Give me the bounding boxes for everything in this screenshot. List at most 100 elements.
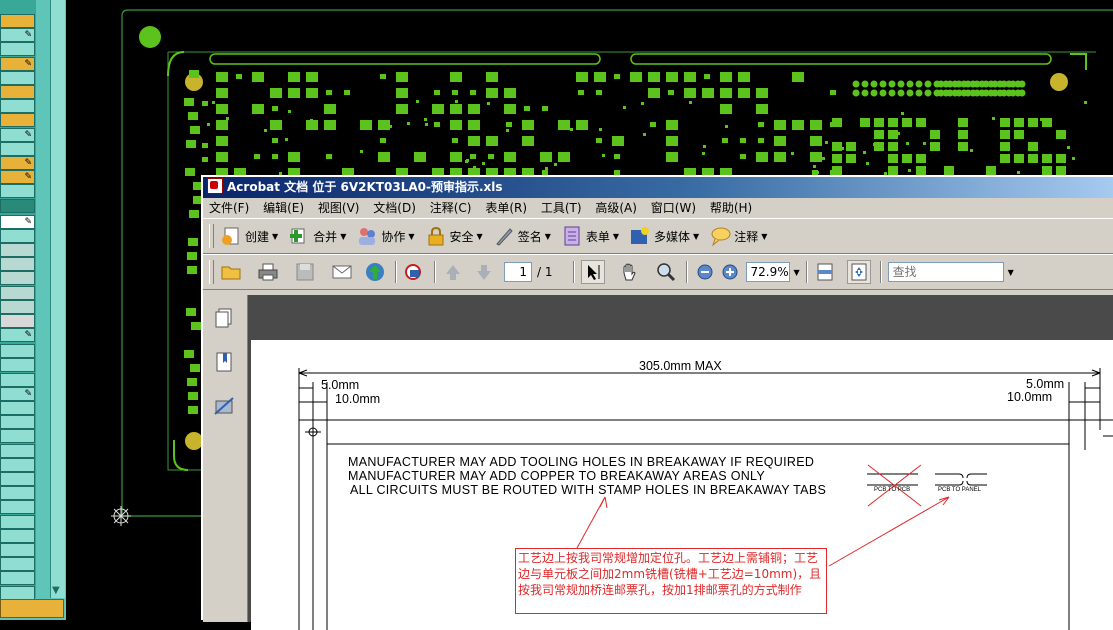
layer-row[interactable]: [0, 85, 35, 99]
scroll-down-arrow-icon[interactable]: ▼: [52, 585, 60, 596]
print-icon[interactable]: [257, 261, 279, 283]
layer-row[interactable]: [0, 443, 35, 458]
layer-row[interactable]: [0, 358, 35, 373]
right-10mm-label: 10.0mm: [1007, 390, 1053, 404]
toolbar-grip[interactable]: [209, 224, 214, 248]
menu-view[interactable]: 视图(V): [318, 201, 360, 215]
menu-document[interactable]: 文档(D): [373, 201, 416, 215]
zoom-out-icon[interactable]: [694, 261, 716, 283]
bookmarks-panel-icon[interactable]: [213, 351, 235, 373]
layer-row[interactable]: [0, 257, 35, 272]
fit-width-icon[interactable]: [814, 261, 836, 283]
layer-row[interactable]: [0, 14, 35, 28]
layer-row[interactable]: [0, 184, 35, 199]
signatures-panel-icon[interactable]: [213, 395, 235, 417]
right-5mm-label: 5.0mm: [1026, 377, 1065, 391]
left-scrollbar[interactable]: ▼: [50, 0, 65, 598]
secure-button[interactable]: 安全 ▼: [425, 225, 483, 247]
comment-button[interactable]: 注释 ▼: [709, 225, 767, 247]
layer-row[interactable]: ✎: [0, 328, 35, 343]
save-icon[interactable]: [294, 261, 316, 283]
layer-row[interactable]: [0, 299, 35, 314]
menu-comments[interactable]: 注释(C): [430, 201, 472, 215]
search-dropdown-icon[interactable]: ▼: [1008, 268, 1014, 277]
zoom-in-icon[interactable]: [719, 261, 741, 283]
menu-window[interactable]: 窗口(W): [651, 201, 696, 215]
zoom-tool-icon[interactable]: [655, 261, 677, 283]
zoom-dropdown-icon[interactable]: ▼: [794, 268, 800, 277]
acrobat-window[interactable]: Acrobat 文档 位于 6V2KT03LA0-预审指示.xls 文件(F) …: [201, 175, 1113, 630]
pages-panel-icon[interactable]: [213, 307, 235, 329]
layer-list[interactable]: ✎ ✎ ✎ ✎ ✎ ✎ ✎ ✎: [0, 0, 36, 600]
page-total-label: / 1: [537, 265, 553, 279]
layer-row[interactable]: [0, 486, 35, 501]
edit-marker-icon: ✎: [24, 388, 32, 399]
layer-row[interactable]: [0, 401, 35, 415]
layer-row[interactable]: [0, 571, 35, 586]
menu-edit[interactable]: 编辑(E): [263, 201, 304, 215]
layer-row[interactable]: [0, 457, 35, 472]
multimedia-button[interactable]: 多媒体 ▼: [629, 225, 699, 247]
create-pdf-button[interactable]: 创建 ▼: [220, 225, 278, 247]
secure-document-icon[interactable]: [403, 261, 425, 283]
layer-row[interactable]: [0, 472, 35, 486]
left-status-field[interactable]: [0, 599, 64, 618]
layer-row[interactable]: ✎: [0, 170, 35, 185]
layer-row[interactable]: [0, 42, 35, 57]
layer-row[interactable]: [0, 500, 35, 515]
pdf-page[interactable]: 305.0mm MAX 5.0mm 10.0mm 5.0mm 10.0mm MA…: [251, 340, 1113, 630]
upload-globe-icon[interactable]: [364, 261, 386, 283]
email-icon[interactable]: [331, 261, 353, 283]
layer-row[interactable]: ✎: [0, 56, 35, 71]
layer-row[interactable]: [0, 113, 35, 128]
layer-row[interactable]: [0, 372, 35, 387]
sign-button[interactable]: 签名 ▼: [493, 225, 551, 247]
zoom-level-input[interactable]: 72.9%: [745, 262, 790, 282]
layer-row[interactable]: ✎: [0, 386, 35, 401]
search-input[interactable]: [887, 262, 1004, 282]
collaborate-dropdown-icon: ▼: [408, 231, 415, 241]
layer-row[interactable]: [0, 585, 35, 600]
forms-button[interactable]: 表单 ▼: [561, 225, 619, 247]
menu-forms[interactable]: 表单(R): [485, 201, 527, 215]
acrobat-titlebar[interactable]: Acrobat 文档 位于 6V2KT03LA0-预审指示.xls: [203, 177, 1113, 198]
form-icon: [564, 226, 580, 246]
layer-row[interactable]: [0, 429, 35, 444]
menu-advanced[interactable]: 高级(A): [595, 201, 637, 215]
layer-row[interactable]: [0, 528, 35, 543]
toolbar-separator: [685, 261, 688, 283]
layer-row[interactable]: ✎: [0, 156, 35, 170]
layer-row[interactable]: [0, 344, 35, 359]
open-folder-icon[interactable]: [220, 261, 242, 283]
layer-row[interactable]: ✎: [0, 127, 35, 142]
document-area[interactable]: 305.0mm MAX 5.0mm 10.0mm 5.0mm 10.0mm MA…: [203, 295, 1113, 630]
menu-tools[interactable]: 工具(T): [541, 201, 582, 215]
layer-row[interactable]: [0, 99, 35, 114]
layer-row[interactable]: [0, 271, 35, 286]
layer-row[interactable]: [0, 514, 35, 529]
next-page-icon[interactable]: [473, 261, 495, 283]
layer-row[interactable]: [0, 141, 35, 156]
toolbar-separator: [395, 261, 397, 283]
layer-row[interactable]: [0, 415, 35, 430]
layer-row[interactable]: [0, 70, 35, 85]
layer-row[interactable]: [0, 557, 35, 572]
fit-page-icon[interactable]: [846, 260, 871, 284]
layer-row[interactable]: [0, 228, 35, 243]
select-cursor-icon[interactable]: [580, 260, 605, 284]
layer-row[interactable]: ✎: [0, 214, 35, 229]
toolbar-grip-2[interactable]: [209, 260, 214, 284]
layer-row[interactable]: [0, 543, 35, 557]
hand-tool-icon[interactable]: [618, 261, 640, 283]
layer-row[interactable]: [0, 314, 35, 328]
layer-row[interactable]: [0, 285, 35, 300]
layer-row[interactable]: [0, 243, 35, 257]
collaborate-button[interactable]: 协作 ▼: [356, 225, 415, 247]
page-number-input[interactable]: 1: [504, 262, 532, 282]
menu-help[interactable]: 帮助(H): [710, 201, 752, 215]
menu-file[interactable]: 文件(F): [209, 201, 249, 215]
combine-files-button[interactable]: 合并 ▼: [288, 225, 346, 247]
layer-row[interactable]: ✎: [0, 28, 35, 43]
layer-row[interactable]: [0, 198, 35, 213]
previous-page-icon[interactable]: [442, 261, 464, 283]
